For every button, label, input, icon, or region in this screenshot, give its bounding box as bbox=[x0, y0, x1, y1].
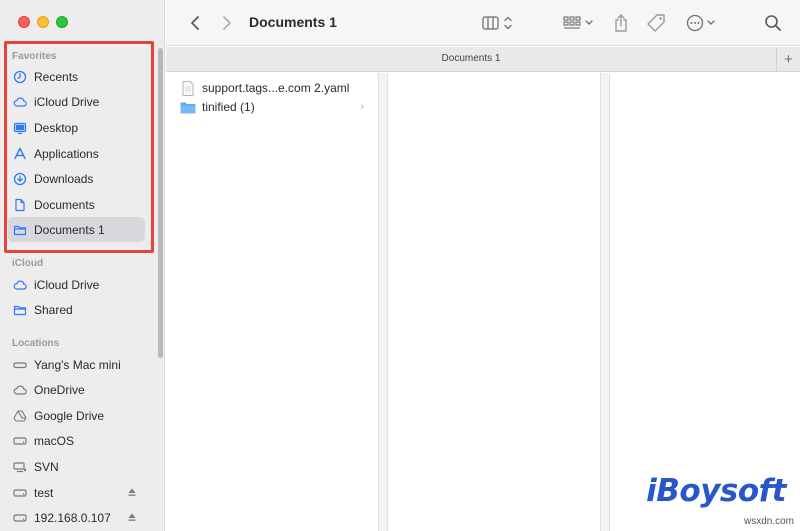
computer-icon bbox=[13, 358, 27, 372]
network-icon bbox=[13, 460, 27, 474]
sidebar-item-shared[interactable]: Shared bbox=[8, 297, 145, 322]
action-button[interactable] bbox=[684, 12, 720, 34]
sidebar-scrollbar[interactable] bbox=[158, 48, 163, 358]
shared-folder-icon bbox=[13, 303, 27, 317]
folder-icon bbox=[180, 99, 196, 115]
column-divider[interactable] bbox=[378, 73, 388, 531]
sidebar-item-google-drive[interactable]: Google Drive bbox=[8, 403, 145, 428]
section-locations-label: Locations bbox=[12, 338, 60, 349]
favorites-highlight-box bbox=[4, 41, 154, 253]
brand-watermark: iBoysoft bbox=[646, 473, 786, 509]
sidebar-item-label: iCloud Drive bbox=[34, 277, 100, 292]
file-item-yaml[interactable]: support.tags...e.com 2.yaml bbox=[180, 79, 366, 97]
view-mode-button[interactable] bbox=[480, 12, 516, 34]
sidebar-item-mac-mini[interactable]: Yang's Mac mini bbox=[8, 352, 145, 377]
sidebar-item-label: Shared bbox=[34, 302, 73, 317]
sidebar-item-macos[interactable]: macOS bbox=[8, 428, 145, 453]
cloud-icon bbox=[13, 278, 27, 292]
sidebar-item-label: test bbox=[34, 485, 54, 500]
sidebar-item-label: OneDrive bbox=[34, 382, 85, 397]
chevron-right-icon bbox=[223, 16, 231, 30]
sidebar-item-label: macOS bbox=[34, 433, 75, 448]
sidebar-item-ip-volume[interactable]: 192.168.0.107 bbox=[8, 505, 145, 530]
window-title: Documents 1 bbox=[249, 14, 337, 30]
sidebar-item-label: 192.168.0.107 bbox=[34, 510, 111, 525]
tag-icon bbox=[647, 14, 665, 32]
sidebar-item-test[interactable]: test bbox=[8, 480, 145, 505]
yaml-file-icon bbox=[180, 80, 196, 96]
share-icon bbox=[615, 14, 627, 32]
tab-documents-1[interactable]: Documents 1 bbox=[166, 53, 776, 64]
file-item-tinified-folder[interactable]: tinified (1) › bbox=[180, 98, 366, 116]
disk-icon bbox=[13, 486, 27, 500]
eject-icon[interactable] bbox=[127, 512, 137, 522]
sidebar: Favorites Recents iCloud Drive Desktop A… bbox=[0, 0, 165, 531]
file-name: tinified (1) bbox=[202, 100, 255, 114]
zoom-window-button[interactable] bbox=[56, 16, 68, 28]
search-button[interactable] bbox=[762, 12, 784, 34]
site-watermark: wsxdn.com bbox=[743, 516, 794, 527]
search-icon bbox=[765, 15, 781, 31]
new-tab-button[interactable]: + bbox=[776, 47, 800, 72]
close-window-button[interactable] bbox=[18, 16, 30, 28]
sidebar-item-svn[interactable]: SVN bbox=[8, 454, 145, 479]
columns-view-icon bbox=[482, 16, 512, 30]
share-button[interactable] bbox=[611, 12, 631, 34]
section-icloud-label: iCloud bbox=[12, 258, 44, 269]
chevron-left-icon bbox=[191, 16, 199, 30]
forward-button[interactable] bbox=[218, 12, 236, 34]
sidebar-item-icloud-drive-2[interactable]: iCloud Drive bbox=[8, 272, 145, 297]
tab-bar: Documents 1 + bbox=[166, 47, 800, 72]
more-options-icon bbox=[686, 14, 715, 32]
drive-icon bbox=[13, 409, 27, 423]
disk-icon bbox=[13, 511, 27, 525]
back-button[interactable] bbox=[186, 12, 204, 34]
sidebar-item-label: Google Drive bbox=[34, 408, 105, 423]
sidebar-item-label: SVN bbox=[34, 459, 59, 474]
cloud-icon bbox=[13, 383, 27, 397]
disk-icon bbox=[13, 434, 27, 448]
group-button[interactable] bbox=[562, 12, 596, 34]
file-name: support.tags...e.com 2.yaml bbox=[202, 81, 350, 95]
toolbar: Documents 1 bbox=[166, 0, 800, 46]
tag-button[interactable] bbox=[646, 12, 668, 34]
eject-icon[interactable] bbox=[127, 487, 137, 497]
minimize-window-button[interactable] bbox=[37, 16, 49, 28]
chevron-right-icon: › bbox=[360, 101, 364, 112]
grid-icon bbox=[563, 16, 593, 29]
sidebar-item-onedrive[interactable]: OneDrive bbox=[8, 377, 145, 402]
column-divider[interactable] bbox=[600, 73, 610, 531]
sidebar-item-label: Yang's Mac mini bbox=[34, 357, 121, 372]
window-controls bbox=[18, 16, 68, 28]
